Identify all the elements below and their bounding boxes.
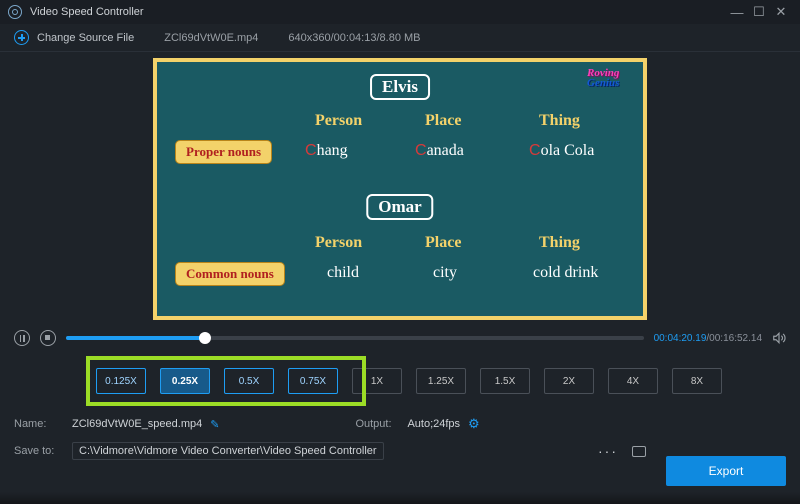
title-bar: Video Speed Controller ― ☐ ✕ [0, 0, 800, 24]
video-text: Proper nouns [175, 140, 272, 164]
app-logo-icon [8, 5, 22, 19]
plus-icon [14, 30, 29, 45]
speed-0.125x-button[interactable]: 0.125X [96, 368, 146, 394]
video-text: Common nouns [175, 262, 285, 286]
output-name: ZCl69dVtW0E_speed.mp4 [72, 418, 202, 430]
minimize-button[interactable]: ― [726, 5, 748, 20]
speed-0.75x-button[interactable]: 0.75X [288, 368, 338, 394]
video-text: city [433, 264, 457, 282]
video-text: child [327, 264, 359, 282]
video-text: Cola Cola [529, 142, 594, 160]
close-button[interactable]: ✕ [770, 4, 792, 20]
name-label: Name: [14, 418, 64, 430]
video-text: Omar [366, 194, 433, 220]
speed-1.5x-button[interactable]: 1.5X [480, 368, 530, 394]
change-source-label: Change Source File [37, 32, 134, 44]
time-display: 00:04:20.19/00:16:52.14 [654, 333, 762, 344]
speed-8x-button[interactable]: 8X [672, 368, 722, 394]
video-text: Canada [415, 142, 464, 160]
transport-bar: 00:04:20.19/00:16:52.14 [0, 324, 800, 346]
output-settings-button[interactable]: ⚙ [468, 416, 480, 432]
seek-slider[interactable] [66, 336, 644, 340]
output-label: Output: [355, 418, 399, 430]
play-pause-button[interactable] [14, 330, 30, 346]
speed-0.25x-button[interactable]: 0.25X [160, 368, 210, 394]
video-text: Thing [539, 234, 580, 252]
video-text: Elvis [370, 74, 430, 100]
video-text: Thing [539, 112, 580, 130]
edit-name-button[interactable]: ✎ [210, 418, 219, 431]
speed-4x-button[interactable]: 4X [608, 368, 658, 394]
open-folder-button[interactable] [632, 446, 646, 457]
speed-selector: 0.125X 0.25X 0.5X 0.75X 1X 1.25X 1.5X 2X 4X 8X [0, 346, 800, 412]
preview-area: Roving Genius Elvis Person Place Thing P… [0, 52, 800, 324]
video-preview[interactable]: Roving Genius Elvis Person Place Thing P… [153, 58, 647, 320]
save-path-field[interactable]: C:\Vidmore\Vidmore Video Converter\Video… [72, 442, 384, 460]
app-title: Video Speed Controller [30, 6, 144, 18]
video-text: Person [315, 112, 362, 130]
output-name-row: Name: ZCl69dVtW0E_speed.mp4 ✎ Output: Au… [0, 412, 800, 436]
output-format: Auto;24fps [407, 418, 460, 430]
speed-0.5x-button[interactable]: 0.5X [224, 368, 274, 394]
video-text: cold drink [533, 264, 598, 282]
video-text: Person [315, 234, 362, 252]
speed-1x-button[interactable]: 1X [352, 368, 402, 394]
source-meta: 640x360/00:04:13/8.80 MB [288, 32, 420, 44]
speed-1.25x-button[interactable]: 1.25X [416, 368, 466, 394]
stop-button[interactable] [40, 330, 56, 346]
video-text: Place [425, 234, 461, 252]
source-filename: ZCl69dVtW0E.mp4 [164, 32, 258, 44]
change-source-button[interactable]: Change Source File [14, 30, 134, 45]
video-watermark: Roving Genius [587, 68, 633, 98]
speed-2x-button[interactable]: 2X [544, 368, 594, 394]
export-button[interactable]: Export [666, 456, 786, 486]
more-options-button[interactable]: ··· [598, 443, 618, 459]
save-to-label: Save to: [14, 445, 64, 457]
video-text: Place [425, 112, 461, 130]
maximize-button[interactable]: ☐ [748, 4, 770, 20]
video-text: Chang [305, 142, 348, 160]
volume-icon[interactable] [772, 331, 786, 345]
toolbar: Change Source File ZCl69dVtW0E.mp4 640x3… [0, 24, 800, 52]
